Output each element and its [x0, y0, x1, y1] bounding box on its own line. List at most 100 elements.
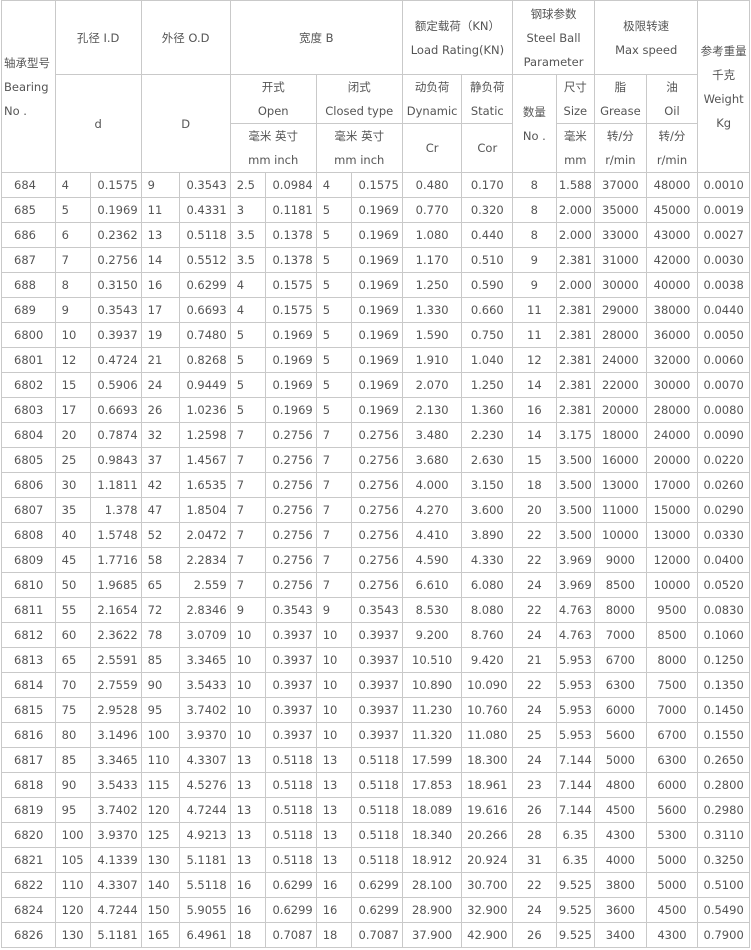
width-closed-mm-cell: 10 — [315, 672, 353, 698]
bore-mm-cell: 9 — [54, 297, 92, 323]
ball-size-cell: 5.953 — [555, 647, 596, 673]
table-row: 6821 105 4.1339 130 5.1181 13 0.5118 13 0.5118 18… — [1, 847, 750, 873]
width-closed-mm-cell: 16 — [315, 872, 353, 898]
weight-cell: 0.0440 — [697, 297, 750, 323]
grease-speed-cell: 3600 — [594, 897, 647, 923]
bore-inch-cell: 0.2756 — [90, 247, 142, 273]
width-closed-mm-cell: 13 — [315, 747, 353, 773]
width-open-inch-cell: 0.1181 — [265, 197, 317, 223]
width-closed-mm-cell: 4 — [315, 172, 353, 198]
weight-cell: 0.0060 — [697, 347, 750, 373]
od-inch-cell: 2.8346 — [179, 597, 231, 623]
width-closed-mm-cell: 9 — [315, 597, 353, 623]
cor-header: Cor — [461, 123, 514, 173]
width-closed-inch-cell: 0.1969 — [351, 372, 403, 398]
oil-speed-cell: 6700 — [645, 722, 699, 748]
bearing-spec-table: 轴承型号 Bearing No . 孔径 I.D 外径 O.D 宽度 B 额定载荷（… — [1, 0, 750, 948]
dynamic-load-cell: 10.890 — [401, 672, 463, 698]
width-open-inch-cell: 0.1969 — [265, 372, 317, 398]
width-closed-mm-cell: 5 — [315, 397, 353, 423]
bearing-no-cell: 6814 — [1, 672, 56, 698]
bore-mm-cell: 80 — [54, 722, 92, 748]
width-open-inch-cell: 0.2756 — [265, 497, 317, 523]
od-inch-cell: 3.9370 — [179, 722, 231, 748]
grease-speed-cell: 8500 — [594, 572, 647, 598]
od-inch-cell: 5.9055 — [179, 897, 231, 923]
static-load-cell: 0.440 — [461, 222, 514, 248]
width-open-inch-cell: 0.1575 — [265, 272, 317, 298]
bearing-no-cell: 6806 — [1, 472, 56, 498]
od-mm-cell: 9 — [140, 172, 181, 198]
static-load-cell: 2.230 — [461, 422, 514, 448]
dynamic-load-cell: 4.410 — [401, 522, 463, 548]
bore-mm-cell: 120 — [54, 897, 92, 923]
width-closed-inch-cell: 0.1969 — [351, 347, 403, 373]
width-closed-mm-cell: 5 — [315, 247, 353, 273]
bore-mm-cell: 50 — [54, 572, 92, 598]
width-closed-mm-cell: 10 — [315, 622, 353, 648]
od-mm-cell: 110 — [140, 747, 181, 773]
oil-speed-cell: 9500 — [645, 597, 699, 623]
od-mm-cell: 16 — [140, 272, 181, 298]
od-inch-cell: 3.3465 — [179, 647, 231, 673]
width-closed-mm-cell: 7 — [315, 497, 353, 523]
oil-speed-cell: 13000 — [645, 522, 699, 548]
ball-size-cell: 5.953 — [555, 697, 596, 723]
static-load-cell: 4.330 — [461, 547, 514, 573]
width-closed-mm-cell: 13 — [315, 822, 353, 848]
width-closed-mm-cell: 5 — [315, 197, 353, 223]
bearing-no-cell: 6816 — [1, 722, 56, 748]
od-mm-cell: 165 — [140, 922, 181, 948]
table-row: 6817 85 3.3465 110 4.3307 13 0.5118 13 0.5118 17.… — [1, 747, 750, 773]
bore-inch-cell: 0.3150 — [90, 272, 142, 298]
oil-speed-cell: 12000 — [645, 547, 699, 573]
grease-speed-cell: 6000 — [594, 697, 647, 723]
oil-speed-cell: 28000 — [645, 397, 699, 423]
bore-inch-cell: 0.3937 — [90, 322, 142, 348]
bore-mm-cell: 10 — [54, 322, 92, 348]
static-load-cell: 0.660 — [461, 297, 514, 323]
table-row: 6805 25 0.9843 37 1.4567 7 0.2756 7 0.2756 3.680 2… — [1, 447, 750, 473]
width-open-inch-cell: 0.3937 — [265, 722, 317, 748]
width-open-inch-cell: 0.1969 — [265, 322, 317, 348]
static-load-cell: 2.630 — [461, 447, 514, 473]
bearing-no-cell: 6801 — [1, 347, 56, 373]
width-closed-inch-cell: 0.5118 — [351, 847, 403, 873]
width-open-inch-cell: 0.3937 — [265, 697, 317, 723]
bore-inch-cell: 4.3307 — [90, 872, 142, 898]
od-mm-cell: 130 — [140, 847, 181, 873]
ball-size-cell: 2.381 — [555, 322, 596, 348]
ball-count-cell: 26 — [512, 797, 557, 823]
weight-header: 参考重量 千克 Weight Kg — [697, 0, 750, 173]
width-open-inch-cell: 0.7087 — [265, 922, 317, 948]
width-open-mm-cell: 13 — [229, 797, 267, 823]
oil-header: 油 Oil — [645, 74, 699, 124]
width-open-mm-cell: 5 — [229, 372, 267, 398]
bore-mm-cell: 25 — [54, 447, 92, 473]
oil-speed-cell: 24000 — [645, 422, 699, 448]
ball-size-cell: 9.525 — [555, 922, 596, 948]
width-closed-inch-cell: 0.2756 — [351, 547, 403, 573]
static-load-cell: 3.890 — [461, 522, 514, 548]
table-row: 688 8 0.3150 16 0.6299 4 0.1575 5 0.1969 1.250 0.5… — [1, 272, 750, 298]
dynamic-load-cell: 11.230 — [401, 697, 463, 723]
oil-speed-cell: 38000 — [645, 297, 699, 323]
oil-speed-cell: 5300 — [645, 822, 699, 848]
dynamic-load-cell: 11.320 — [401, 722, 463, 748]
width-closed-mm-cell: 7 — [315, 547, 353, 573]
bore-mm-cell: 4 — [54, 172, 92, 198]
bearing-no-cell: 684 — [1, 172, 56, 198]
width-closed-inch-cell: 0.3937 — [351, 697, 403, 723]
bearing-no-cell: 6812 — [1, 622, 56, 648]
static-load-cell: 0.320 — [461, 197, 514, 223]
ball-count-cell: 26 — [512, 922, 557, 948]
od-mm-cell: 26 — [140, 397, 181, 423]
bearing-no-cell: 686 — [1, 222, 56, 248]
bore-mm-cell: 8 — [54, 272, 92, 298]
load-rating-header: 额定载荷（KN） Load Rating(KN) — [401, 0, 514, 75]
ball-count-cell: 24 — [512, 897, 557, 923]
weight-cell: 0.0220 — [697, 447, 750, 473]
width-open-inch-cell: 0.5118 — [265, 797, 317, 823]
width-open-inch-cell: 0.0984 — [265, 172, 317, 198]
bore-header: 孔径 I.D — [54, 0, 142, 75]
